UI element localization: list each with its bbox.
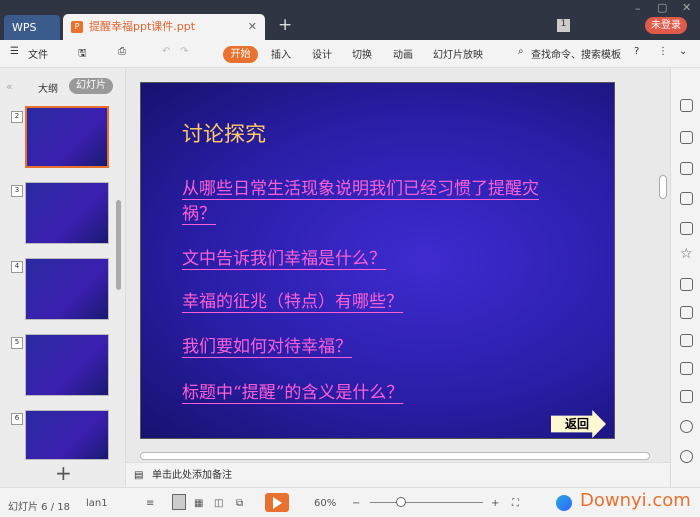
zoom-out-button[interactable]: − bbox=[352, 498, 360, 509]
normal-view-icon[interactable] bbox=[172, 494, 186, 510]
right-sidebar: ☆ bbox=[670, 68, 700, 487]
shapes-icon[interactable] bbox=[680, 162, 693, 175]
history-icon[interactable] bbox=[680, 420, 693, 433]
notes-placeholder: 单击此处添加备注 bbox=[152, 470, 232, 481]
window-count-badge[interactable]: 1 bbox=[557, 19, 570, 32]
chevron-down-icon[interactable]: ⌄ bbox=[679, 46, 687, 57]
undo-icon[interactable]: ↶ bbox=[162, 46, 170, 57]
star-icon[interactable]: ☆ bbox=[680, 246, 693, 263]
print-icon[interactable]: ⎙ bbox=[118, 46, 126, 57]
zoom-in-button[interactable]: + bbox=[491, 498, 499, 509]
tab-design[interactable]: 设计 bbox=[312, 46, 332, 61]
watermark: Downyi.com bbox=[580, 490, 691, 511]
slide-number: 2 bbox=[11, 111, 23, 123]
slide-canvas[interactable]: 讨论探究 从哪些日常生活现象说明我们已经习惯了提醒灾祸？ 文中告诉我们幸福是什么… bbox=[140, 82, 615, 439]
zoom-level[interactable]: 60% bbox=[314, 498, 336, 509]
tab-slides[interactable]: 幻灯片 bbox=[69, 78, 113, 94]
tab-slideshow[interactable]: 幻灯片放映 bbox=[433, 46, 483, 61]
horizontal-scrollbar[interactable] bbox=[140, 452, 650, 460]
zoom-slider-thumb[interactable] bbox=[396, 497, 406, 507]
toolbar: ☰ 文件 🖫 ⎙ ↶ ↷ 插入 设计 切换 动画 幻灯片放映 ⌕ 查找命令、搜索… bbox=[0, 40, 700, 68]
maximize-icon[interactable]: ▢ bbox=[657, 1, 667, 14]
question-link[interactable]: 文中告诉我们幸福是什么？ bbox=[182, 247, 582, 272]
close-window-icon[interactable]: ✕ bbox=[682, 1, 691, 14]
new-tab-button[interactable]: + bbox=[278, 15, 292, 35]
question-link[interactable]: 从哪些日常生活现象说明我们已经习惯了提醒灾祸？ bbox=[182, 177, 572, 227]
image-icon[interactable] bbox=[680, 222, 693, 235]
help-circle-icon[interactable] bbox=[680, 450, 693, 463]
document-tab[interactable]: P 提醒幸福ppt课件.ppt ✕ bbox=[63, 14, 265, 40]
file-menu[interactable]: 文件 bbox=[28, 46, 48, 61]
play-slideshow-button[interactable] bbox=[265, 493, 289, 512]
slide-number: 4 bbox=[11, 261, 23, 273]
more-icon[interactable]: ⋮ bbox=[658, 46, 668, 57]
cube-icon[interactable] bbox=[680, 390, 693, 403]
copy-view-icon[interactable]: ⧉ bbox=[236, 498, 243, 509]
search-icon[interactable]: ⌕ bbox=[518, 46, 524, 57]
close-tab-icon[interactable]: ✕ bbox=[248, 14, 257, 40]
magic-icon[interactable] bbox=[680, 99, 693, 112]
tab-animation[interactable]: 动画 bbox=[393, 46, 413, 61]
search-command[interactable]: 查找命令、搜索模板 bbox=[531, 46, 621, 61]
notes-area[interactable]: ▤ 单击此处添加备注 bbox=[126, 462, 670, 487]
settings-icon[interactable] bbox=[680, 192, 693, 205]
question-link[interactable]: 我们要如何对待幸福？ bbox=[182, 335, 582, 360]
slide-thumbnail[interactable] bbox=[25, 258, 109, 320]
vertical-scrollbar[interactable] bbox=[659, 175, 667, 199]
slide-thumbnail[interactable] bbox=[25, 106, 109, 168]
question-link[interactable]: 标题中“提醒”的含义是什么？ bbox=[182, 381, 582, 406]
share-icon[interactable] bbox=[680, 306, 693, 319]
save-icon[interactable]: 🖫 bbox=[78, 46, 87, 63]
tab-transition[interactable]: 切换 bbox=[352, 46, 372, 61]
reading-view-icon[interactable]: ◫ bbox=[214, 498, 223, 509]
redo-icon[interactable]: ↷ bbox=[180, 46, 188, 57]
slide-thumbnail[interactable] bbox=[25, 334, 109, 396]
tab-insert[interactable]: 插入 bbox=[271, 46, 291, 61]
theme-name: lan1 bbox=[86, 498, 108, 509]
question-link[interactable]: 幸福的征兆（特点）有哪些？ bbox=[182, 290, 582, 315]
notes-icon: ▤ bbox=[134, 470, 144, 481]
notes-toggle-icon[interactable]: ≡ bbox=[146, 498, 154, 509]
minimize-icon[interactable]: – bbox=[635, 2, 641, 15]
help-button[interactable]: ? bbox=[634, 46, 639, 57]
menu-icon[interactable]: ☰ bbox=[10, 46, 19, 57]
zoom-slider[interactable] bbox=[370, 502, 483, 503]
ppt-icon: P bbox=[71, 21, 83, 33]
grid-view-icon[interactable]: ▦ bbox=[194, 498, 203, 509]
fit-window-icon[interactable]: ⛶ bbox=[512, 498, 519, 509]
login-button[interactable]: 未登录 bbox=[645, 17, 687, 34]
picture-icon[interactable] bbox=[680, 334, 693, 347]
slide-number: 6 bbox=[11, 413, 23, 425]
status-bar: 幻灯片 6 / 18 lan1 ≡ ▦ ◫ ⧉ 60% − + ⛶ Downyi… bbox=[0, 487, 700, 517]
tab-start[interactable]: 开始 bbox=[223, 46, 258, 63]
tools-icon[interactable] bbox=[680, 362, 693, 375]
archive-icon[interactable] bbox=[680, 278, 693, 291]
slide-counter: 幻灯片 6 / 18 bbox=[8, 502, 70, 513]
document-tab-title: 提醒幸福ppt课件.ppt bbox=[89, 20, 196, 33]
copy-icon[interactable] bbox=[680, 131, 693, 144]
tab-outline[interactable]: 大纲 bbox=[38, 80, 58, 95]
slide-number: 5 bbox=[11, 337, 23, 349]
collapse-icon[interactable]: « bbox=[6, 80, 13, 93]
slide-panel: « 大纲 幻灯片 2 3 4 5 6 + bbox=[0, 68, 126, 487]
slide-thumbnail[interactable] bbox=[25, 182, 109, 244]
back-button[interactable]: 返回 bbox=[551, 410, 606, 438]
assistant-icon[interactable] bbox=[556, 495, 572, 511]
add-slide-button[interactable]: + bbox=[55, 461, 72, 485]
wps-home-tab[interactable]: WPS bbox=[4, 15, 60, 40]
slide-thumbnail[interactable] bbox=[25, 410, 109, 460]
slide-title: 讨论探究 bbox=[182, 122, 266, 146]
slide-number: 3 bbox=[11, 185, 23, 197]
thumbnail-scrollbar[interactable] bbox=[116, 200, 121, 290]
